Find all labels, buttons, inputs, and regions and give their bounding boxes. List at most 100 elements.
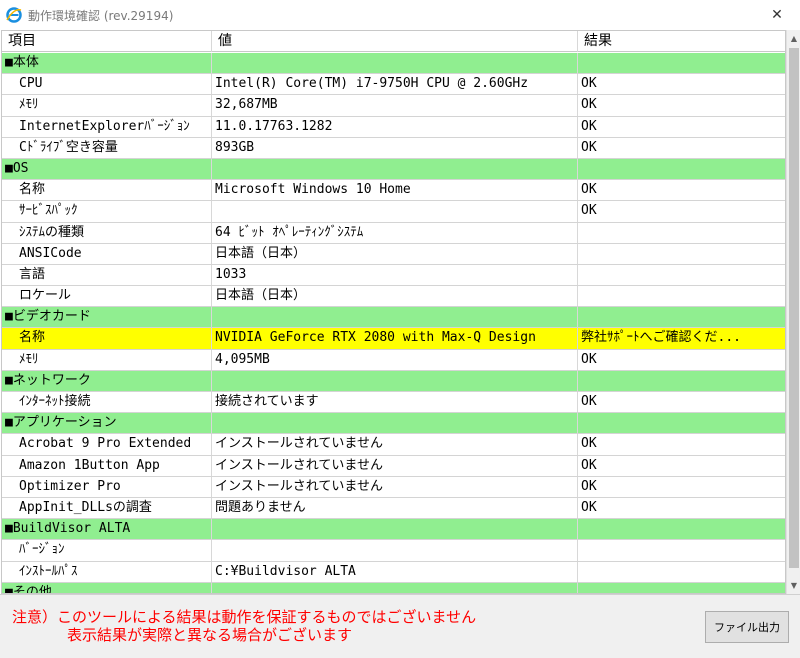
section-row[interactable]: ■その他 — [2, 582, 785, 593]
cell-value — [212, 540, 578, 561]
cell-result: OK — [581, 478, 597, 494]
close-button[interactable]: ✕ — [754, 0, 800, 30]
cell-result: OK — [581, 139, 597, 155]
export-file-button[interactable]: ファイル出力 — [705, 611, 789, 643]
cell-value: インストールされていません — [212, 434, 578, 455]
grid-rows: ■本体 CPU Intel(R) Core(TM) i7-9750H CPU @ 2… — [2, 53, 785, 593]
table-row[interactable]: ｲﾝﾀｰﾈｯﾄ接続 接続されています OK — [2, 392, 785, 414]
table-row[interactable]: Optimizer Pro インストールされていません OK — [2, 476, 785, 498]
table-row[interactable]: ﾒﾓﾘ 32,687MB OK — [2, 95, 785, 117]
table-row[interactable]: 名称 Microsoft Windows 10 Home OK — [2, 180, 785, 202]
cell-value — [212, 53, 578, 74]
cell-result — [578, 286, 785, 306]
cell-value: 64 ﾋﾞｯﾄ ｵﾍﾟﾚｰﾃｨﾝｸﾞｼｽﾃﾑ — [212, 222, 578, 243]
cell-value — [212, 307, 578, 328]
cell-result — [578, 244, 785, 264]
cell-value: 日本語（日本） — [212, 286, 578, 307]
cell-result: OK — [581, 457, 597, 473]
column-header-value[interactable]: 値 — [212, 31, 578, 52]
table-row[interactable]: AppInit_DLLsの調査 問題ありません OK — [2, 497, 785, 520]
cell-result: OK — [581, 203, 597, 219]
cell-item: ﾒﾓﾘ — [2, 95, 212, 116]
cell-result — [578, 265, 785, 285]
cell-item: ANSICode — [2, 243, 212, 264]
cell-result: OK — [581, 97, 597, 113]
cell-item: 名称 — [2, 180, 212, 201]
cell-result: OK — [581, 76, 597, 92]
cell-value — [212, 413, 578, 434]
column-header-item[interactable]: 項目 — [2, 31, 212, 52]
table-row[interactable]: ｼｽﾃﾑの種類 64 ﾋﾞｯﾄ ｵﾍﾟﾚｰﾃｨﾝｸﾞｼｽﾃﾑ — [2, 222, 785, 244]
table-row[interactable]: Acrobat 9 Pro Extended インストールされていません OK — [2, 434, 785, 456]
cell-value: C:¥Buildvisor ALTA — [212, 561, 578, 582]
scroll-down-arrow-icon[interactable]: ▼ — [787, 577, 800, 594]
table-row[interactable]: InternetExplorerﾊﾞｰｼﾞｮﾝ 11.0.17763.1282 OK — [2, 116, 785, 138]
cell-item: ｲﾝｽﾄｰﾙﾊﾟｽ — [2, 561, 212, 582]
window-title: 動作環境確認 (rev.29194) — [28, 9, 174, 23]
table-row[interactable]: ｻｰﾋﾞｽﾊﾟｯｸ OK — [2, 201, 785, 223]
table-row[interactable]: ﾒﾓﾘ 4,095MB OK — [2, 349, 785, 371]
section-row[interactable]: ■BuildVisor ALTA — [2, 519, 785, 541]
cell-value: Microsoft Windows 10 Home — [212, 180, 578, 201]
cell-value: 問題ありません — [212, 497, 578, 519]
cell-item: ｼｽﾃﾑの種類 — [2, 222, 212, 243]
grid-header: 項目 値 結果 — [2, 31, 785, 52]
cell-item: ■ネットワーク — [2, 370, 212, 391]
internet-explorer-icon — [6, 7, 22, 23]
table-row[interactable]: ｲﾝｽﾄｰﾙﾊﾟｽ C:¥Buildvisor ALTA — [2, 561, 785, 583]
environment-check-grid[interactable]: 項目 値 結果 ■本体 CPU Intel(R) Core(TM) i7-9750H… — [1, 30, 786, 594]
cell-value: 32,687MB — [212, 95, 578, 116]
cell-value: インストールされていません — [212, 455, 578, 476]
cell-value: 日本語（日本） — [212, 243, 578, 264]
table-row[interactable]: 名称 NVIDIA GeForce RTX 2080 with Max-Q Des… — [2, 328, 785, 350]
cell-result: OK — [581, 118, 597, 134]
cell-item: 言語 — [2, 264, 212, 286]
cell-result — [578, 371, 785, 391]
cell-result — [578, 413, 785, 433]
section-row[interactable]: ■アプリケーション — [2, 413, 785, 435]
cell-item: ｲﾝﾀｰﾈｯﾄ接続 — [2, 392, 212, 413]
scroll-thumb[interactable] — [789, 48, 799, 568]
table-row[interactable]: ロケール 日本語（日本） — [2, 286, 785, 308]
cell-value: NVIDIA GeForce RTX 2080 with Max-Q Desig… — [212, 328, 578, 349]
section-row[interactable]: ■OS — [2, 158, 785, 181]
cell-item: ■本体 — [2, 53, 212, 74]
cell-value — [212, 370, 578, 391]
table-row[interactable]: Amazon 1Button App インストールされていません OK — [2, 455, 785, 477]
cell-item: Acrobat 9 Pro Extended — [2, 434, 212, 455]
cell-value: Intel(R) Core(TM) i7-9750H CPU @ 2.60GHz — [212, 74, 578, 95]
cell-value: 11.0.17763.1282 — [212, 116, 578, 137]
footer-panel: 注意）このツールによる結果は動作を保証するものではございません 表示結果が実際と… — [0, 594, 800, 658]
cell-result: OK — [581, 499, 597, 515]
cell-result: OK — [581, 436, 597, 452]
column-header-result[interactable]: 結果 — [578, 31, 785, 52]
cell-item: ■アプリケーション — [2, 413, 212, 434]
table-row[interactable]: 言語 1033 — [2, 264, 785, 287]
notice-line-2: 表示結果が実際と異なる場合がございます — [67, 626, 353, 644]
table-row[interactable]: ANSICode 日本語（日本） — [2, 243, 785, 265]
table-row[interactable]: Cﾄﾞﾗｲﾌﾞ空き容量 893GB OK — [2, 137, 785, 159]
cell-item: ■OS — [2, 158, 212, 180]
cell-item: Amazon 1Button App — [2, 455, 212, 476]
cell-value — [212, 158, 578, 180]
cell-result — [578, 159, 785, 179]
cell-result — [578, 223, 785, 243]
section-row[interactable]: ■ビデオカード — [2, 307, 785, 329]
scroll-up-arrow-icon[interactable]: ▲ — [787, 30, 800, 47]
disclaimer-notice: 注意）このツールによる結果は動作を保証するものではございません 表示結果が実際と… — [12, 608, 476, 644]
cell-result: OK — [581, 182, 597, 198]
cell-item: Cﾄﾞﾗｲﾌﾞ空き容量 — [2, 137, 212, 158]
cell-value: インストールされていません — [212, 476, 578, 497]
cell-value: 893GB — [212, 137, 578, 158]
cell-item: ロケール — [2, 286, 212, 307]
section-row[interactable]: ■ネットワーク — [2, 370, 785, 392]
table-row[interactable]: ﾊﾞｰｼﾞｮﾝ — [2, 540, 785, 562]
section-row[interactable]: ■本体 — [2, 53, 785, 75]
cell-item: ■ビデオカード — [2, 307, 212, 328]
cell-item: CPU — [2, 74, 212, 95]
cell-result — [578, 540, 785, 560]
table-row[interactable]: CPU Intel(R) Core(TM) i7-9750H CPU @ 2.60… — [2, 74, 785, 96]
cell-item: ■その他 — [2, 582, 212, 593]
close-icon: ✕ — [771, 7, 783, 23]
vertical-scrollbar[interactable]: ▲ ▼ — [786, 30, 800, 594]
